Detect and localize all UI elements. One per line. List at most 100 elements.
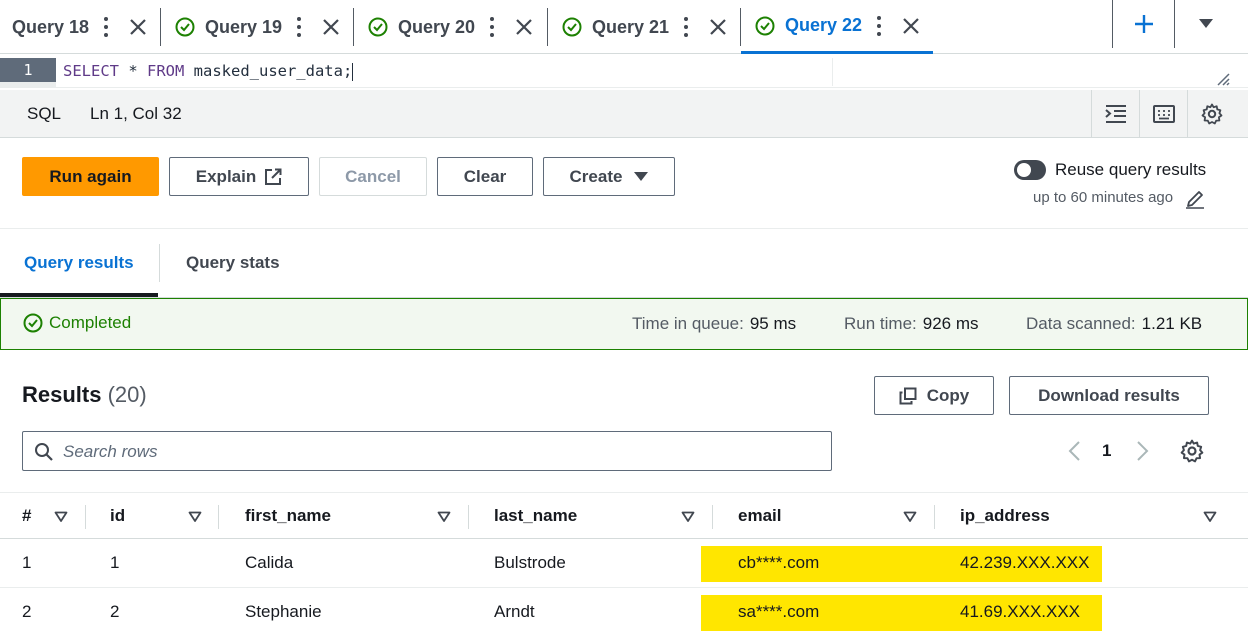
more-options-icon[interactable] [683, 17, 689, 37]
cell-index: 2 [22, 602, 32, 621]
close-icon[interactable] [902, 17, 920, 35]
create-dropdown-button[interactable]: Create [543, 157, 675, 196]
reuse-results-age: up to 60 minutes ago [1033, 189, 1174, 206]
reuse-results-label: Reuse query results [1055, 160, 1207, 179]
metric-value: 95 ms [749, 314, 797, 333]
search-placeholder: Search rows [63, 442, 158, 461]
format-indent-icon [1104, 105, 1126, 123]
cell-ip-address: 41.69.XXX.XXX [960, 602, 1081, 621]
explain-button[interactable]: Explain [169, 157, 309, 196]
status-badge: Completed [23, 313, 131, 333]
more-options-icon[interactable] [296, 17, 302, 37]
column-header-index[interactable]: # [22, 506, 31, 526]
cell-email: sa****.com [738, 602, 820, 621]
tab-label: Query 22 [785, 15, 863, 35]
code-line[interactable]: SELECT * FROM masked_user_data; [63, 60, 354, 82]
more-options-icon[interactable] [489, 17, 495, 37]
sql-keyword: FROM [147, 62, 185, 80]
cell-email: cb****.com [738, 553, 820, 572]
completed-check-icon [755, 16, 775, 35]
sort-icon[interactable] [188, 511, 202, 523]
sort-icon[interactable] [437, 511, 451, 523]
sort-icon[interactable] [681, 511, 695, 523]
copy-icon [899, 387, 917, 404]
format-query-button[interactable] [1091, 90, 1139, 138]
table-row: 2 2 Stephanie Arndt sa****.com 41.69.XXX… [0, 588, 1248, 635]
new-query-button[interactable] [1112, 0, 1174, 48]
download-results-button[interactable]: Download results [1009, 376, 1209, 415]
metric-label: Data scanned: [1026, 314, 1136, 333]
close-icon[interactable] [129, 18, 147, 36]
tab-menu-button[interactable] [1174, 0, 1236, 48]
run-again-button[interactable]: Run again [22, 157, 159, 196]
column-header-email[interactable]: email [738, 506, 781, 526]
search-rows-input[interactable]: Search rows [22, 431, 832, 471]
cell-first-name: Calida [245, 553, 294, 572]
column-header-id[interactable]: id [110, 506, 125, 526]
tab-query-18[interactable]: Query 18 [0, 0, 161, 54]
time-in-queue: Time in queue: 95 ms [632, 314, 796, 334]
sql-keyword: SELECT [63, 62, 119, 80]
run-time: Run time: 926 ms [844, 314, 979, 334]
sql-editor[interactable]: 1 SELECT * FROM masked_user_data; [0, 58, 1248, 88]
tab-query-20[interactable]: Query 20 [354, 0, 548, 54]
tab-query-results[interactable]: Query results [24, 253, 134, 273]
code-token: masked_user_data; [184, 62, 353, 80]
metric-value: 1.21 KB [1141, 314, 1203, 333]
editor-status-bar: SQL Ln 1, Col 32 [0, 90, 1248, 138]
language-label: SQL [27, 104, 62, 123]
tab-query-stats[interactable]: Query stats [186, 253, 280, 273]
completed-check-icon [562, 17, 582, 37]
copy-button[interactable]: Copy [874, 376, 994, 415]
current-page[interactable]: 1 [1102, 441, 1111, 461]
query-tab-bar: Query 18 Query 19 Query 20 Query 21 Quer… [0, 0, 1248, 54]
edit-pencil-icon[interactable] [1185, 189, 1205, 209]
cell-id: 2 [110, 602, 120, 621]
search-icon [35, 443, 53, 461]
cell-ip-address: 42.239.XXX.XXX [960, 553, 1090, 572]
cell-id: 1 [110, 553, 120, 572]
results-count: (20) [107, 382, 147, 407]
keyboard-icon [1152, 105, 1175, 123]
close-icon[interactable] [322, 18, 340, 36]
more-options-icon[interactable] [876, 15, 882, 36]
text-cursor [352, 62, 354, 81]
gear-icon [1201, 103, 1222, 125]
metric-value: 926 ms [922, 314, 979, 333]
sort-icon[interactable] [903, 511, 917, 523]
close-icon[interactable] [709, 18, 727, 36]
keyboard-shortcuts-button[interactable] [1139, 90, 1187, 138]
code-token: * [119, 62, 147, 80]
metric-label: Time in queue: [632, 314, 744, 333]
sort-icon[interactable] [1203, 511, 1217, 523]
tab-query-22[interactable]: Query 22 [741, 0, 933, 54]
column-header-last-name[interactable]: last_name [494, 506, 577, 526]
column-header-first-name[interactable]: first_name [245, 506, 331, 526]
tab-query-19[interactable]: Query 19 [161, 0, 354, 54]
column-header-ip-address[interactable]: ip_address [960, 506, 1050, 526]
status-text: Completed [49, 313, 132, 332]
cell-last-name: Bulstrode [494, 553, 566, 572]
data-scanned: Data scanned: 1.21 KB [1026, 314, 1202, 334]
cancel-button[interactable]: Cancel [319, 157, 427, 196]
results-heading: Results (20) [22, 382, 147, 408]
table-header: # id first_name last_name email ip_addre… [0, 492, 1248, 539]
reuse-results-toggle[interactable] [1014, 160, 1046, 180]
caret-down-icon [634, 171, 649, 181]
explain-label: Explain [195, 166, 257, 186]
clear-button[interactable]: Clear [437, 157, 533, 196]
external-link-icon [265, 168, 282, 185]
cursor-position: Ln 1, Col 32 [90, 104, 182, 123]
editor-settings-button[interactable] [1187, 90, 1235, 138]
cell-index: 1 [22, 553, 32, 572]
more-options-icon[interactable] [103, 17, 109, 37]
sort-icon[interactable] [54, 511, 68, 523]
metric-label: Run time: [844, 314, 917, 333]
previous-page-icon[interactable] [1067, 440, 1081, 462]
resize-handle-icon[interactable] [1214, 70, 1230, 86]
copy-label: Copy [926, 385, 970, 405]
tab-query-21[interactable]: Query 21 [548, 0, 741, 54]
next-page-icon[interactable] [1136, 440, 1150, 462]
close-icon[interactable] [515, 18, 533, 36]
table-preferences-gear-icon[interactable] [1180, 439, 1204, 463]
